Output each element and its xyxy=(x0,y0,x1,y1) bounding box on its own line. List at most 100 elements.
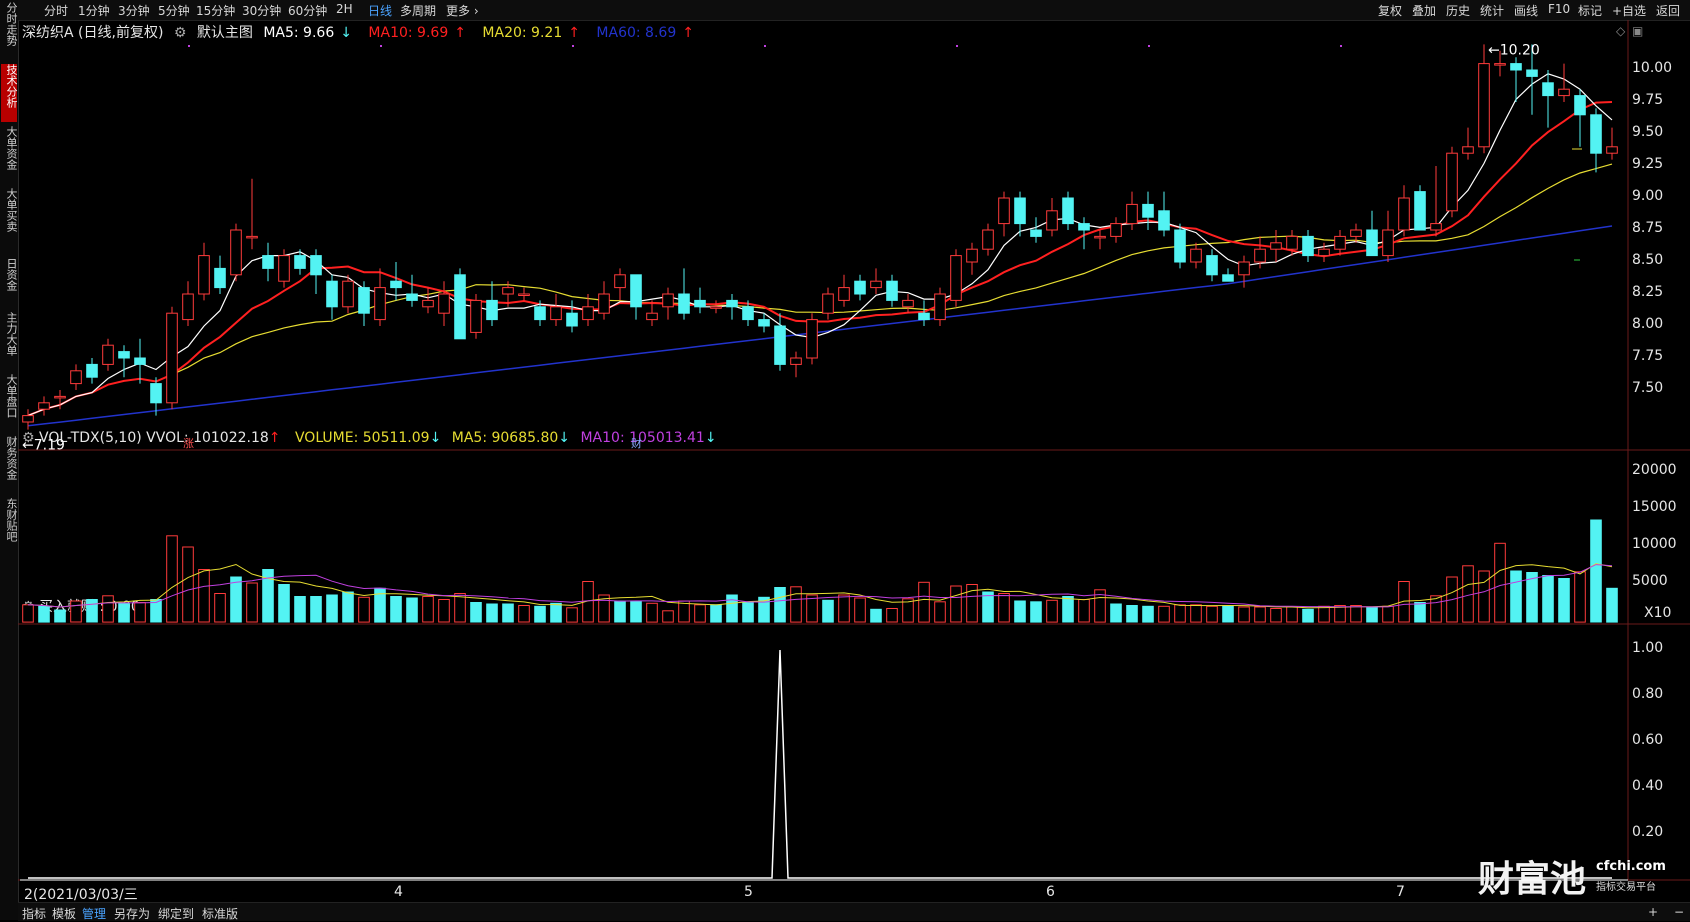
volume-bar xyxy=(950,585,962,623)
candle-body xyxy=(678,293,690,314)
x-month-label: 5 xyxy=(744,884,753,900)
candle-body xyxy=(54,395,66,399)
event-mark-up: 涨 xyxy=(183,437,194,450)
candle-body xyxy=(774,325,786,365)
volume-bar xyxy=(1494,542,1506,623)
candle-body xyxy=(1398,197,1410,231)
zoom-out-icon[interactable]: − xyxy=(1674,905,1684,919)
high-price-label: ←10.20 xyxy=(1488,42,1540,58)
volume-bar xyxy=(1558,578,1570,623)
bottom-tab-save-as[interactable]: 另存为 xyxy=(114,905,150,922)
candle-body xyxy=(918,312,930,321)
candle-body xyxy=(534,306,546,321)
volume-bar xyxy=(1222,605,1234,623)
candle-body xyxy=(390,280,402,289)
volume-bar xyxy=(342,591,354,623)
volume-bar xyxy=(1142,605,1154,623)
marker-dot xyxy=(1148,45,1150,47)
candle-body xyxy=(630,274,642,308)
candle-body xyxy=(1350,229,1362,237)
x-start-label: 2(2021/03/03/三 xyxy=(24,887,138,903)
candle-body xyxy=(1542,82,1554,97)
volume-bar xyxy=(1158,605,1170,623)
candle-body xyxy=(1110,223,1122,237)
candle-body xyxy=(102,344,114,365)
bottom-tab-manage[interactable]: 管理 xyxy=(82,905,106,922)
candle-body xyxy=(902,299,914,308)
volume-bar xyxy=(470,602,482,623)
volume-bar xyxy=(822,599,834,623)
zoom-in-icon[interactable]: + xyxy=(1648,905,1658,919)
volume-bar xyxy=(1206,605,1218,623)
volume-bar xyxy=(246,582,258,623)
volume-bar xyxy=(1318,605,1330,623)
volume-bar xyxy=(534,605,546,623)
candle-body xyxy=(278,255,290,282)
candle-body xyxy=(422,299,434,308)
volume-bar xyxy=(934,601,946,623)
candle-body xyxy=(406,293,418,301)
bottom-toolbar: 指标 模板 管理 另存为 绑定到 标准版 + − xyxy=(18,902,1690,921)
candle-body xyxy=(134,357,146,365)
candle-body xyxy=(950,255,962,301)
volume-bar xyxy=(1046,599,1058,623)
volume-bar xyxy=(198,569,210,623)
volume-bar xyxy=(742,602,754,623)
volume-bar xyxy=(422,596,434,623)
volume-bar xyxy=(214,593,226,623)
volume-bar xyxy=(646,602,658,623)
indicator-tick: 0.20 xyxy=(1632,824,1664,840)
bottom-tab-standard[interactable]: 标准版 xyxy=(202,905,238,922)
candle-body xyxy=(1158,210,1170,231)
price-tick: 9.00 xyxy=(1632,188,1664,204)
volume-bar xyxy=(1542,575,1554,623)
volume-bar xyxy=(1430,595,1442,623)
bottom-tab-indicator[interactable]: 指标 xyxy=(22,905,46,922)
candle-body xyxy=(1270,242,1282,250)
volume-bar xyxy=(790,586,802,623)
volume-bar xyxy=(886,608,898,623)
candle-body xyxy=(1302,235,1314,257)
volume-bar xyxy=(118,602,130,623)
marker-dot xyxy=(572,45,574,47)
candle-body xyxy=(118,351,130,359)
volume-bar xyxy=(230,576,242,623)
diamond-icon[interactable]: ◇ xyxy=(1616,24,1626,38)
volume-bar xyxy=(1254,606,1266,623)
candle-body xyxy=(1094,235,1106,239)
price-pane: ←10.20 ←7.19 涨 财 xyxy=(22,42,1618,454)
marker-dot xyxy=(956,45,958,47)
bottom-tab-template[interactable]: 模板 xyxy=(52,905,76,922)
candle-body xyxy=(214,267,226,289)
price-tick: 9.25 xyxy=(1632,156,1664,172)
volume-bar xyxy=(294,596,306,623)
bottom-tab-bind[interactable]: 绑定到 xyxy=(158,905,194,922)
candle-body xyxy=(966,248,978,263)
candle-body xyxy=(1574,95,1586,116)
candle-body xyxy=(1174,229,1186,263)
price-tick: 8.50 xyxy=(1632,252,1664,268)
candle-body xyxy=(294,255,306,269)
candle-body xyxy=(198,255,210,295)
indicator-tick: 0.80 xyxy=(1632,686,1664,702)
price-tick: 8.25 xyxy=(1632,284,1664,300)
candle-body xyxy=(1014,197,1026,225)
candle-body xyxy=(1126,203,1138,225)
volume-bar xyxy=(1190,604,1202,623)
volume-bar xyxy=(326,594,338,623)
candle-body xyxy=(806,319,818,359)
volume-bar xyxy=(550,602,562,623)
window-icon[interactable]: ▣ xyxy=(1632,24,1643,38)
candle-body xyxy=(1030,229,1042,237)
stock-chart[interactable]: ←10.20 ←7.19 涨 财 ◇ ▣ xyxy=(0,0,1690,920)
candle-body xyxy=(22,415,34,423)
candle-body xyxy=(1078,223,1090,231)
volume-bar xyxy=(854,597,866,623)
candle-body xyxy=(38,402,50,410)
candle-body xyxy=(982,229,994,250)
candle-body xyxy=(246,235,258,239)
volume-bar xyxy=(630,600,642,623)
x-month-label: 7 xyxy=(1396,884,1405,900)
volume-bar xyxy=(566,607,578,623)
volume-bar xyxy=(358,596,370,623)
